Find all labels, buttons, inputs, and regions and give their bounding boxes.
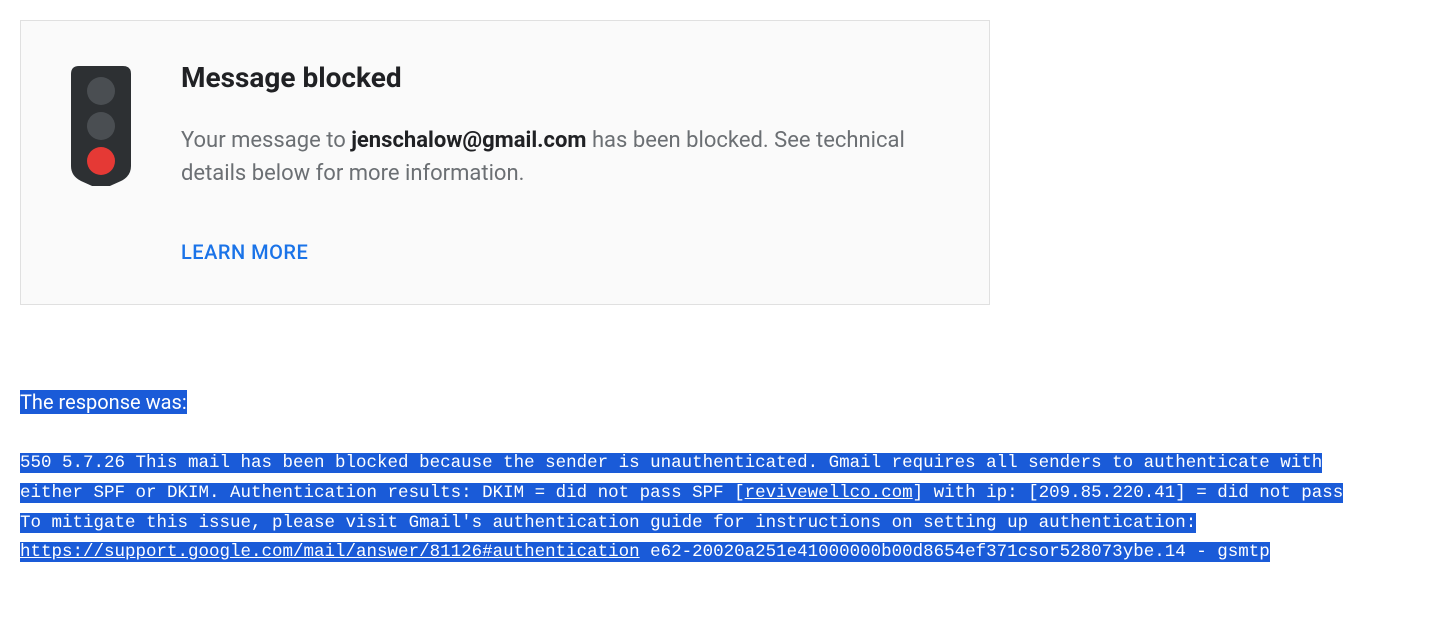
smtp-line2b: ] with ip: [209.85.220.41] = did not pas… [913, 483, 1344, 503]
desc-email: jenschalow@gmail.com [351, 128, 586, 153]
card-description: Your message to jenschalow@gmail.com has… [181, 124, 939, 190]
response-label: The response was: [20, 390, 187, 414]
smtp-line1: 550 5.7.26 This mail has been blocked be… [20, 453, 1322, 473]
card-title: Message blocked [181, 61, 939, 94]
smtp-line3: To mitigate this issue, please visit Gma… [20, 513, 1196, 533]
response-block: 550 5.7.26 This mail has been blocked be… [20, 449, 1432, 568]
learn-more-link[interactable]: LEARN MORE [181, 240, 308, 264]
smtp-line2a: either SPF or DKIM. Authentication resul… [20, 483, 745, 503]
message-blocked-card: Message blocked Your message to jenschal… [20, 20, 990, 305]
smtp-line4b: e62-20020a251e41000000b00d8654ef371csor5… [640, 542, 1270, 562]
smtp-domain-link[interactable]: revivewellco.com [745, 483, 913, 503]
card-content: Message blocked Your message to jenschal… [181, 61, 939, 264]
traffic-light-icon [71, 66, 131, 264]
desc-prefix: Your message to [181, 128, 351, 153]
smtp-auth-link[interactable]: https://support.google.com/mail/answer/8… [20, 542, 640, 562]
technical-details: The response was: 550 5.7.26 This mail h… [20, 390, 1432, 568]
